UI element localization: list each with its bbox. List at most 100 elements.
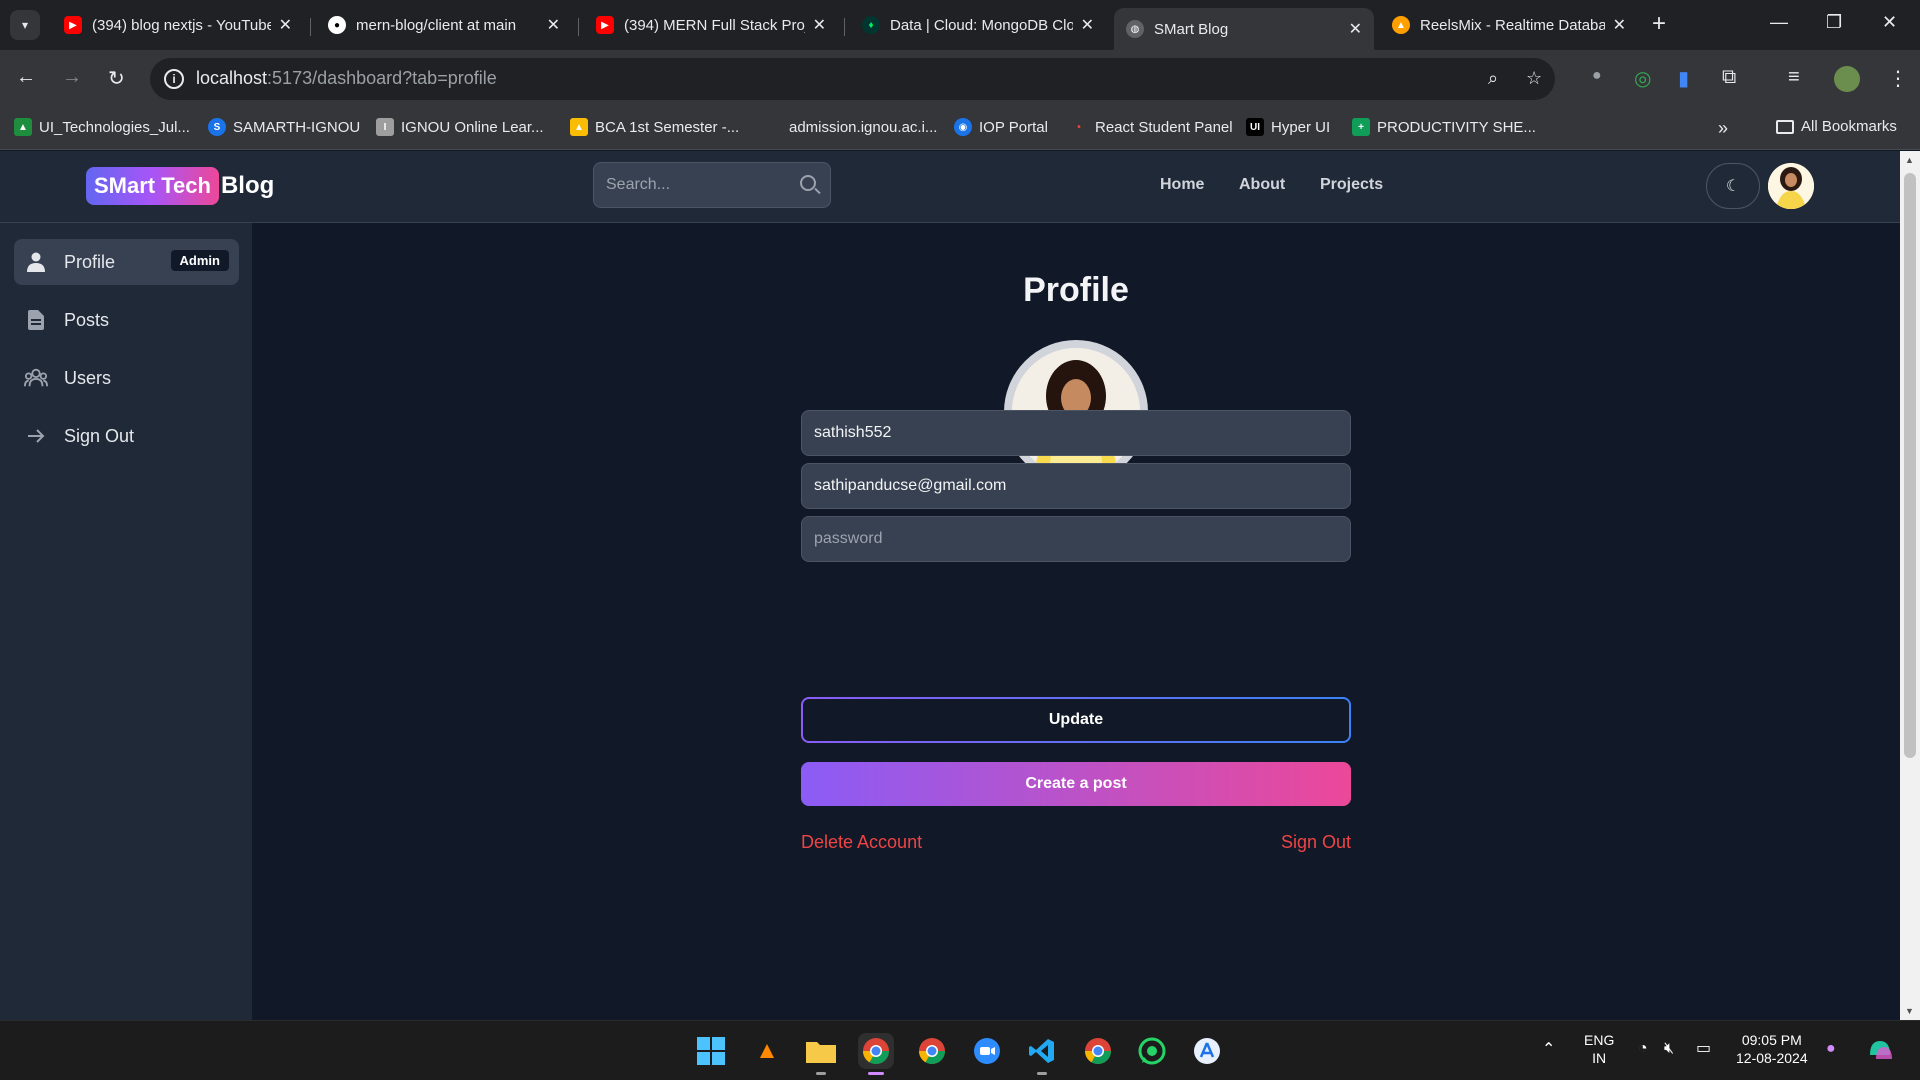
address-bar[interactable]: i localhost:5173/dashboard?tab=profile ⌕…	[150, 58, 1555, 100]
chrome-icon[interactable]	[914, 1033, 950, 1069]
mongodb-icon: ♦	[862, 16, 880, 34]
bookmark-item[interactable]: UI Hyper UI	[1246, 118, 1330, 136]
browser-tab[interactable]: ● mern-blog/client at main ✕	[316, 8, 572, 42]
folder-icon	[1776, 119, 1794, 134]
restore-icon[interactable]: ❐	[1826, 12, 1842, 33]
page-icon	[764, 118, 782, 136]
media-control-icon[interactable]: ≡	[1788, 66, 1800, 89]
scroll-down-icon[interactable]: ▼	[1905, 1006, 1914, 1016]
create-post-button[interactable]: Create a post	[801, 762, 1351, 806]
browser-tab[interactable]: ▶ (394) MERN Full Stack Project ✕	[584, 8, 838, 42]
user-icon	[24, 250, 48, 274]
close-tab-icon[interactable]: ✕	[279, 15, 292, 35]
clock[interactable]: 09:05 PM 12-08-2024	[1736, 1031, 1808, 1067]
youtube-icon: ▶	[596, 16, 614, 34]
bookmark-item[interactable]: ▲ BCA 1st Semester -...	[570, 118, 739, 136]
whatsapp-icon[interactable]	[1134, 1033, 1170, 1069]
globe-icon: ◍	[1126, 20, 1144, 38]
new-tab-button[interactable]: +	[1652, 10, 1666, 38]
nav-link-about[interactable]: About	[1239, 176, 1285, 194]
sign-out-link[interactable]: Sign Out	[1281, 832, 1351, 853]
iop-icon: ◉	[954, 118, 972, 136]
site-info-icon[interactable]: i	[164, 69, 184, 89]
github-icon: ●	[328, 16, 346, 34]
extension-icon[interactable]: ▮	[1678, 66, 1689, 91]
browser-tab-active[interactable]: ◍ SMart Blog ✕	[1114, 8, 1374, 50]
close-tab-icon[interactable]: ✕	[1081, 15, 1094, 35]
bookmark-item[interactable]: I IGNOU Online Lear...	[376, 118, 544, 136]
app-store-icon[interactable]	[1189, 1033, 1225, 1069]
close-tab-icon[interactable]: ✕	[1349, 19, 1362, 39]
close-tab-icon[interactable]: ✕	[1613, 15, 1626, 35]
firebase-icon: ▲	[1392, 16, 1410, 34]
copilot-icon[interactable]	[1866, 1035, 1894, 1067]
extension-icon[interactable]: ●	[1592, 67, 1602, 85]
delete-account-link[interactable]: Delete Account	[801, 832, 922, 853]
language-indicator[interactable]: ENG IN	[1584, 1031, 1614, 1067]
browser-tab-strip: ▾ ▶ (394) blog nextjs - YouTube ✕ ● mern…	[0, 0, 1920, 50]
more-menu-icon[interactable]: ⋮	[1888, 66, 1908, 91]
page-title: Profile	[1023, 271, 1129, 309]
close-tab-icon[interactable]: ✕	[547, 15, 560, 35]
vlc-icon[interactable]: ▲	[749, 1033, 785, 1069]
reload-icon[interactable]: ↻	[108, 66, 125, 91]
tab-search-button[interactable]: ▾	[10, 10, 40, 40]
email-field[interactable]: sathipanducse@gmail.com	[801, 463, 1351, 509]
ignou-icon: I	[376, 118, 394, 136]
bookmark-item[interactable]: S SAMARTH-IGNOU	[208, 118, 360, 136]
sidebar-item-posts[interactable]: Posts	[14, 297, 239, 343]
browser-tab[interactable]: ♦ Data | Cloud: MongoDB Cloud ✕	[850, 8, 1106, 42]
site-logo[interactable]: SMart Tech Blog	[86, 167, 274, 205]
browser-tab[interactable]: ▲ ReelsMix - Realtime Database ✕	[1380, 8, 1638, 42]
nav-link-projects[interactable]: Projects	[1320, 176, 1383, 194]
notification-bell-icon[interactable]: ●	[1826, 1040, 1836, 1058]
all-bookmarks-button[interactable]: All Bookmarks	[1776, 118, 1897, 135]
forward-icon[interactable]: →	[62, 66, 82, 89]
scroll-up-icon[interactable]: ▲	[1905, 155, 1914, 165]
close-tab-icon[interactable]: ✕	[813, 15, 826, 35]
update-button[interactable]: Update	[801, 697, 1351, 743]
file-explorer-icon[interactable]	[803, 1033, 839, 1075]
profile-avatar-icon[interactable]	[1834, 66, 1860, 92]
vscode-icon[interactable]	[1024, 1033, 1060, 1075]
extension-icon[interactable]: ◎	[1634, 66, 1651, 91]
nav-link-home[interactable]: Home	[1160, 176, 1204, 194]
sidebar-item-users[interactable]: Users	[14, 355, 239, 401]
drive-icon: ▲	[14, 118, 32, 136]
bookmark-star-icon[interactable]: ☆	[1526, 68, 1542, 89]
theme-toggle-button[interactable]: ☾	[1706, 163, 1760, 209]
bookmark-item[interactable]: ◉ IOP Portal	[954, 118, 1048, 136]
more-bookmarks-icon[interactable]: »	[1718, 118, 1728, 139]
extensions-puzzle-icon[interactable]: ⧉	[1722, 66, 1736, 89]
search-icon[interactable]	[800, 175, 816, 191]
browser-toolbar: ← → ↻ i localhost:5173/dashboard?tab=pro…	[0, 50, 1920, 108]
back-icon[interactable]: ←	[16, 66, 36, 89]
user-avatar[interactable]	[1768, 163, 1814, 209]
search-input[interactable]: Search...	[593, 162, 831, 208]
sidebar-item-profile[interactable]: Profile Admin	[14, 239, 239, 285]
sidebar-item-signout[interactable]: Sign Out	[14, 413, 239, 459]
react-icon: •	[1077, 121, 1081, 133]
bookmark-item[interactable]: admission.ignou.ac.i...	[764, 118, 937, 136]
show-hidden-icons-icon[interactable]: ⌃	[1542, 1041, 1555, 1059]
username-field[interactable]: sathish552	[801, 410, 1351, 456]
volume-muted-icon[interactable]: 🔇︎	[1664, 1040, 1674, 1058]
scrollbar-thumb[interactable]	[1904, 173, 1916, 758]
url-text[interactable]: localhost:5173/dashboard?tab=profile	[196, 68, 497, 89]
bookmark-item[interactable]: • React Student Panel	[1070, 118, 1232, 136]
close-window-icon[interactable]: ✕	[1882, 12, 1897, 33]
users-icon	[24, 366, 48, 390]
zoom-icon[interactable]: ⌕	[1488, 68, 1498, 89]
minimize-icon[interactable]: —	[1770, 12, 1788, 33]
browser-tab[interactable]: ▶ (394) blog nextjs - YouTube ✕	[52, 8, 304, 42]
start-icon[interactable]	[693, 1033, 729, 1069]
password-field[interactable]: password	[801, 516, 1351, 562]
chrome-profile-icon[interactable]	[1080, 1033, 1116, 1069]
chrome-icon[interactable]	[858, 1033, 894, 1075]
zoom-icon[interactable]	[969, 1033, 1005, 1069]
bookmark-item[interactable]: + PRODUCTIVITY SHE...	[1352, 118, 1536, 136]
battery-icon[interactable]: ▭	[1696, 1040, 1711, 1058]
wifi-icon[interactable]: ◔	[1638, 1040, 1648, 1058]
page-scrollbar[interactable]: ▲ ▼	[1900, 151, 1920, 1020]
bookmark-item[interactable]: ▲ UI_Technologies_Jul...	[14, 118, 190, 136]
